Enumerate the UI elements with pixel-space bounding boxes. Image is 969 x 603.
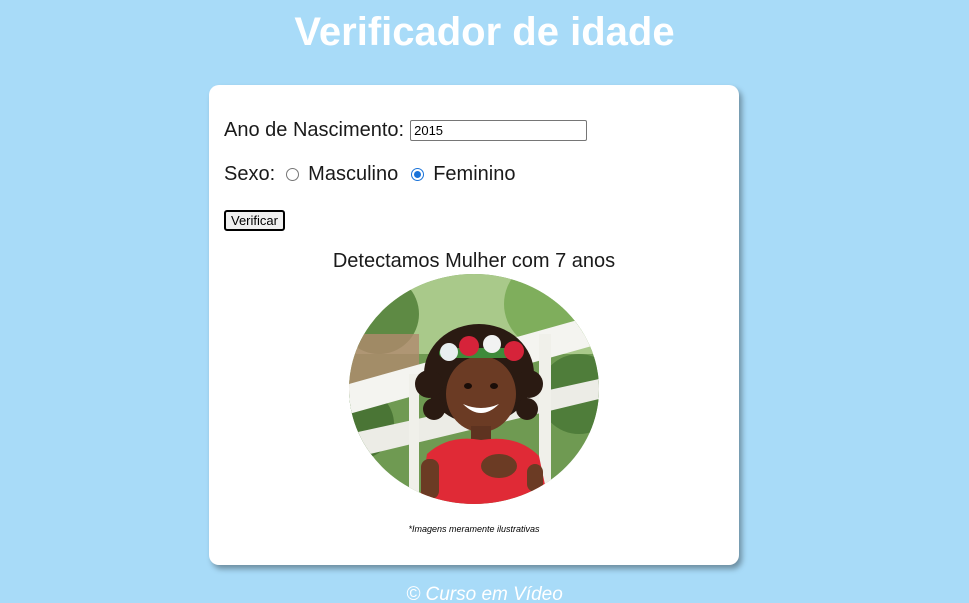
verify-button[interactable]: Verificar: [224, 210, 285, 231]
footer-credit: © Curso em Vídeo: [406, 584, 563, 603]
result-text: Detectamos Mulher com 7 anos: [332, 250, 616, 272]
sex-label: Sexo:: [224, 163, 276, 185]
birth-year-label: Ano de Nascimento:: [224, 119, 405, 141]
disclaimer-note: *Imagens meramente ilustrativas: [408, 524, 540, 534]
girl-photo-illustration: [349, 274, 599, 504]
radio-feminino-label[interactable]: Feminino: [433, 163, 515, 186]
birth-year-input[interactable]: [410, 120, 588, 141]
radio-masculino[interactable]: [286, 168, 300, 181]
page-title: Verificador de idade: [294, 10, 675, 54]
result-photo: [349, 274, 599, 504]
radio-feminino[interactable]: [411, 168, 425, 181]
page: Verificador de idade Ano de Nascimento: …: [0, 0, 969, 603]
sex-row: Sexo: Masculino Feminino: [224, 163, 517, 186]
radio-masculino-label[interactable]: Masculino: [308, 163, 398, 186]
verifier-card: Ano de Nascimento: Sexo: Masculino Femin…: [209, 85, 739, 565]
birth-year-row: Ano de Nascimento:: [224, 119, 588, 142]
